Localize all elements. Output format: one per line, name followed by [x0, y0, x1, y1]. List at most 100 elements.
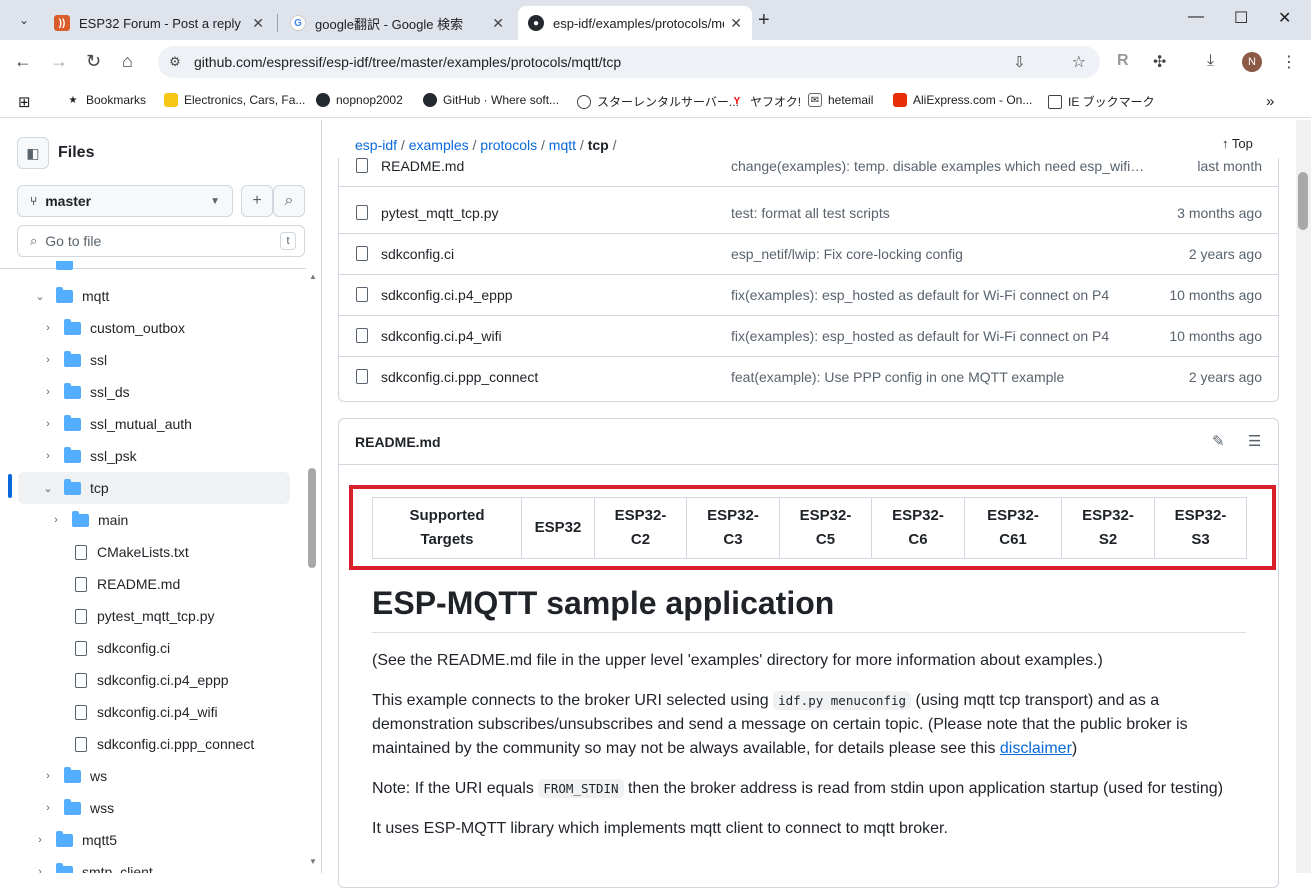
address-bar[interactable]: ⚙ github.com/espressif/esp-idf/tree/mast… — [158, 46, 1100, 78]
tree-folder[interactable]: › ssl — [40, 344, 306, 376]
bookmark-item[interactable]: AliExpress.com - On... — [893, 93, 1032, 107]
more-bookmarks-icon[interactable]: » — [1266, 93, 1274, 110]
install-app-icon[interactable]: ⇩ — [1013, 53, 1026, 71]
file-row[interactable]: README.md change(examples): temp. disable… — [339, 152, 1278, 187]
profile-avatar[interactable]: N — [1242, 52, 1262, 72]
page-scrollbar-thumb[interactable] — [1298, 172, 1308, 230]
file-name-link[interactable]: README.md — [381, 158, 464, 174]
tree-file[interactable]: sdkconfig.ci.ppp_connect — [72, 728, 306, 760]
search-button[interactable]: ⌕ — [273, 185, 305, 217]
file-row[interactable]: sdkconfig.ci.p4_eppp fix(examples): esp_h… — [339, 275, 1278, 316]
chevron-right-icon[interactable]: › — [32, 834, 48, 846]
downloads-icon[interactable]: ⤓ — [1207, 52, 1214, 70]
bookmark-star-icon[interactable]: ☆ — [1072, 52, 1086, 72]
file-row[interactable]: sdkconfig.ci.p4_wifi fix(examples): esp_h… — [339, 316, 1278, 357]
file-row[interactable]: pytest_mqtt_tcp.py test: format all test … — [339, 193, 1278, 234]
file-row[interactable]: sdkconfig.ci esp_netif/lwip: Fix core-loc… — [339, 234, 1278, 275]
chevron-right-icon[interactable]: › — [32, 866, 48, 873]
scroll-up-icon[interactable]: ▲ — [309, 272, 317, 281]
bookmark-item[interactable]: ★ Bookmarks — [66, 93, 147, 107]
tree-file[interactable]: README.md — [72, 568, 306, 600]
new-tab-button[interactable]: + — [758, 9, 770, 32]
maximize-icon[interactable]: ☐ — [1234, 8, 1248, 28]
go-to-file-input[interactable]: ⌕ Go to file t — [17, 225, 305, 257]
commit-message-link[interactable]: feat(example): Use PPP config in one MQT… — [731, 369, 1064, 385]
apps-grid-icon[interactable]: ⊞ — [18, 93, 31, 111]
tree-file[interactable]: sdkconfig.ci.p4_eppp — [72, 664, 306, 696]
back-icon[interactable]: ← — [14, 51, 32, 72]
tree-file[interactable]: CMakeLists.txt — [72, 536, 306, 568]
chevron-right-icon[interactable]: › — [48, 514, 64, 526]
tree-folder[interactable]: › ssl_psk — [40, 440, 306, 472]
tree-folder[interactable]: › ws — [40, 760, 306, 792]
breadcrumb-protocols[interactable]: protocols — [480, 137, 537, 153]
close-icon[interactable]: ✕ — [730, 15, 742, 32]
close-icon[interactable]: ✕ — [252, 15, 264, 32]
close-icon[interactable]: ✕ — [492, 15, 504, 32]
tree-folder[interactable]: › smtp_client — [32, 856, 306, 873]
minimize-icon[interactable]: — — [1188, 8, 1204, 26]
chevron-right-icon[interactable]: › — [40, 386, 56, 398]
bookmark-item[interactable]: スターレンタルサーバー... — [577, 93, 739, 110]
tab-esp32-forum[interactable]: )) ESP32 Forum - Post a reply ✕ — [44, 6, 274, 40]
tree-folder[interactable]: ⌄ tcp — [18, 472, 290, 504]
commit-message-link[interactable]: fix(examples): esp_hosted as default for… — [731, 287, 1109, 303]
tab-esp-idf[interactable]: ● esp-idf/examples/protocols/mq ✕ — [518, 6, 752, 40]
top-button[interactable]: ↑ Top — [1222, 136, 1253, 151]
bookmark-item[interactable]: GitHub · Where soft... — [423, 93, 559, 107]
scroll-down-icon[interactable]: ▼ — [309, 857, 317, 866]
tree-file[interactable]: sdkconfig.ci — [72, 632, 306, 664]
commit-message-link[interactable]: test: format all test scripts — [731, 205, 890, 221]
menu-kebab-icon[interactable]: ⋮ — [1281, 52, 1297, 72]
breadcrumb-examples[interactable]: examples — [409, 137, 469, 153]
file-name-link[interactable]: sdkconfig.ci.p4_eppp — [381, 287, 513, 303]
chevron-right-icon[interactable]: › — [40, 770, 56, 782]
collapse-panel-icon[interactable]: ◧ — [17, 137, 49, 169]
outline-list-icon[interactable]: ☰ — [1248, 432, 1261, 450]
disclaimer-link[interactable]: disclaimer — [1000, 740, 1072, 757]
chevron-right-icon[interactable]: › — [40, 802, 56, 814]
tree-folder[interactable]: › wss — [40, 792, 306, 824]
home-icon[interactable]: ⌂ — [122, 51, 133, 72]
url-text[interactable]: github.com/espressif/esp-idf/tree/master… — [194, 54, 621, 70]
chevron-down-icon[interactable]: ⌄ — [40, 482, 56, 495]
chevron-right-icon[interactable]: › — [40, 322, 56, 334]
tree-file[interactable]: sdkconfig.ci.p4_wifi — [72, 696, 306, 728]
page-scrollbar[interactable] — [1296, 120, 1311, 873]
breadcrumb-mqtt[interactable]: mqtt — [549, 137, 576, 153]
branch-selector[interactable]: ⑂ master ▼ — [17, 185, 233, 217]
extensions-puzzle-icon[interactable]: ✣ — [1153, 52, 1166, 72]
add-file-button[interactable]: + — [241, 185, 273, 217]
bookmark-item[interactable]: Y ヤフオク! — [730, 93, 801, 110]
forward-icon[interactable]: → — [50, 51, 68, 72]
chevron-right-icon[interactable]: › — [40, 450, 56, 462]
extension-r-icon[interactable]: R — [1117, 52, 1129, 70]
tree-folder[interactable]: › ssl_mutual_auth — [40, 408, 306, 440]
file-name-link[interactable]: pytest_mqtt_tcp.py — [381, 205, 499, 221]
tab-google-search[interactable]: G google翻訳 - Google 検索 ✕ — [280, 6, 514, 40]
chevron-right-icon[interactable]: › — [40, 418, 56, 430]
tree-folder[interactable]: › main — [48, 504, 306, 536]
bookmark-item[interactable]: Electronics, Cars, Fa... — [164, 93, 305, 107]
chevron-right-icon[interactable]: › — [40, 354, 56, 366]
tree-folder[interactable]: › ssl_ds — [40, 376, 306, 408]
reload-icon[interactable]: ↻ — [86, 51, 101, 72]
tree-file[interactable]: pytest_mqtt_tcp.py — [72, 600, 306, 632]
sidebar-scrollbar[interactable] — [308, 468, 316, 568]
chevron-down-icon[interactable]: ⌄ — [32, 290, 48, 303]
tree-folder[interactable]: ⌄ mqtt — [32, 280, 306, 312]
commit-message-link[interactable]: esp_netif/lwip: Fix core-locking config — [731, 246, 963, 262]
window-close-icon[interactable]: ✕ — [1278, 8, 1291, 28]
tree-folder[interactable]: › mqtt5 — [32, 824, 306, 856]
bookmark-item[interactable]: nopnop2002 — [316, 93, 403, 107]
bookmark-item[interactable]: ✉ hetemail — [808, 93, 873, 107]
file-row[interactable]: sdkconfig.ci.ppp_connect feat(example): U… — [339, 357, 1278, 398]
site-info-icon[interactable]: ⚙ — [166, 53, 184, 71]
breadcrumb-esp-idf[interactable]: esp-idf — [355, 137, 397, 153]
tree-folder[interactable]: › custom_outbox — [40, 312, 306, 344]
file-name-link[interactable]: sdkconfig.ci.p4_wifi — [381, 328, 502, 344]
edit-pencil-icon[interactable]: ✎ — [1212, 432, 1225, 450]
bookmark-folder[interactable]: IE ブックマーク — [1048, 93, 1155, 110]
tab-search-chevron-icon[interactable]: ⌄ — [10, 8, 38, 32]
commit-message-link[interactable]: fix(examples): esp_hosted as default for… — [731, 328, 1109, 344]
